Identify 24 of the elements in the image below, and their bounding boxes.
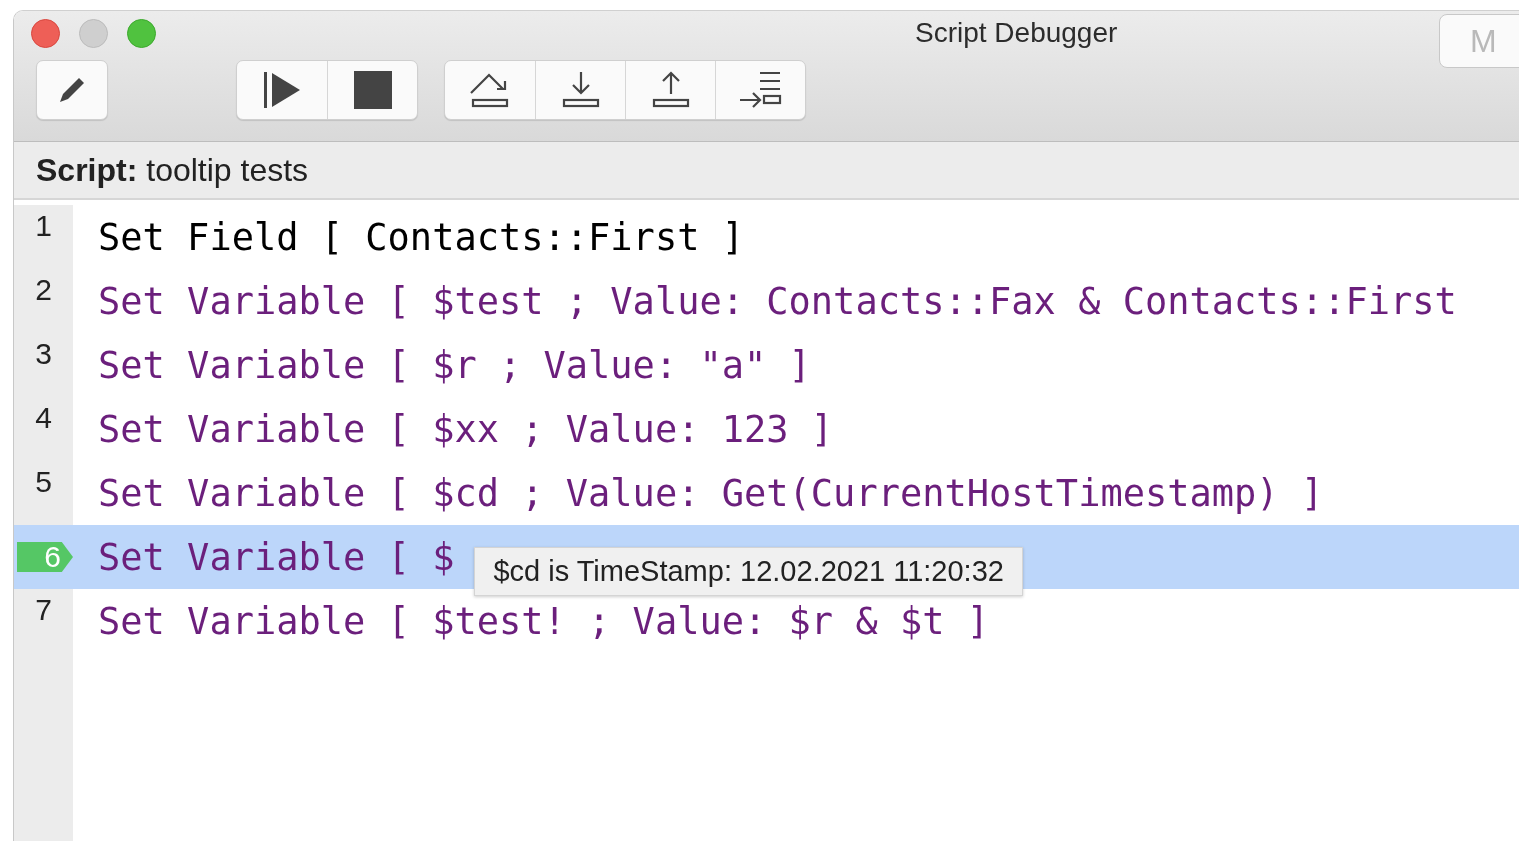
window-title: Script Debugger (915, 17, 1118, 49)
script-step[interactable]: Set Variable [ $test! ; Value: $r & $t ] (98, 599, 990, 643)
line-number: 2 (35, 273, 52, 307)
line-number: 7 (35, 593, 52, 627)
stop-icon (353, 71, 392, 109)
close-button[interactable] (31, 18, 60, 48)
script-step[interactable]: Set Variable [ $test ; Value: Contacts::Fax & Contacts::First (98, 279, 1457, 323)
current-step-marker: 6 (17, 542, 73, 572)
line-number: 1 (35, 209, 52, 243)
line-number: 4 (35, 401, 52, 435)
tooltip: $cd is TimeStamp: 12.02.2021 11:20:32 (474, 546, 1023, 596)
arrow-list-icon (737, 71, 784, 109)
step-into-icon (561, 71, 600, 109)
script-name-label: Script: tooltip tests (36, 151, 309, 189)
line-number: 3 (35, 337, 52, 371)
script-step[interactable]: Set Variable [ $xx ; Value: 123 ] (98, 407, 834, 451)
play-icon (262, 71, 302, 109)
line-number: 5 (35, 465, 52, 499)
step-out-icon (651, 71, 690, 109)
script-step[interactable]: Set Variable [ $r ; Value: "a" ] (98, 343, 811, 387)
script-step[interactable]: Set Variable [ $cd ; Value: Get(CurrentHostTimestamp) ] (98, 471, 1324, 515)
step-over-icon (469, 71, 511, 109)
script-step[interactable]: Set Variable [ $ (98, 535, 455, 579)
script-step[interactable]: Set Field [ Contacts::First ] (98, 215, 744, 259)
